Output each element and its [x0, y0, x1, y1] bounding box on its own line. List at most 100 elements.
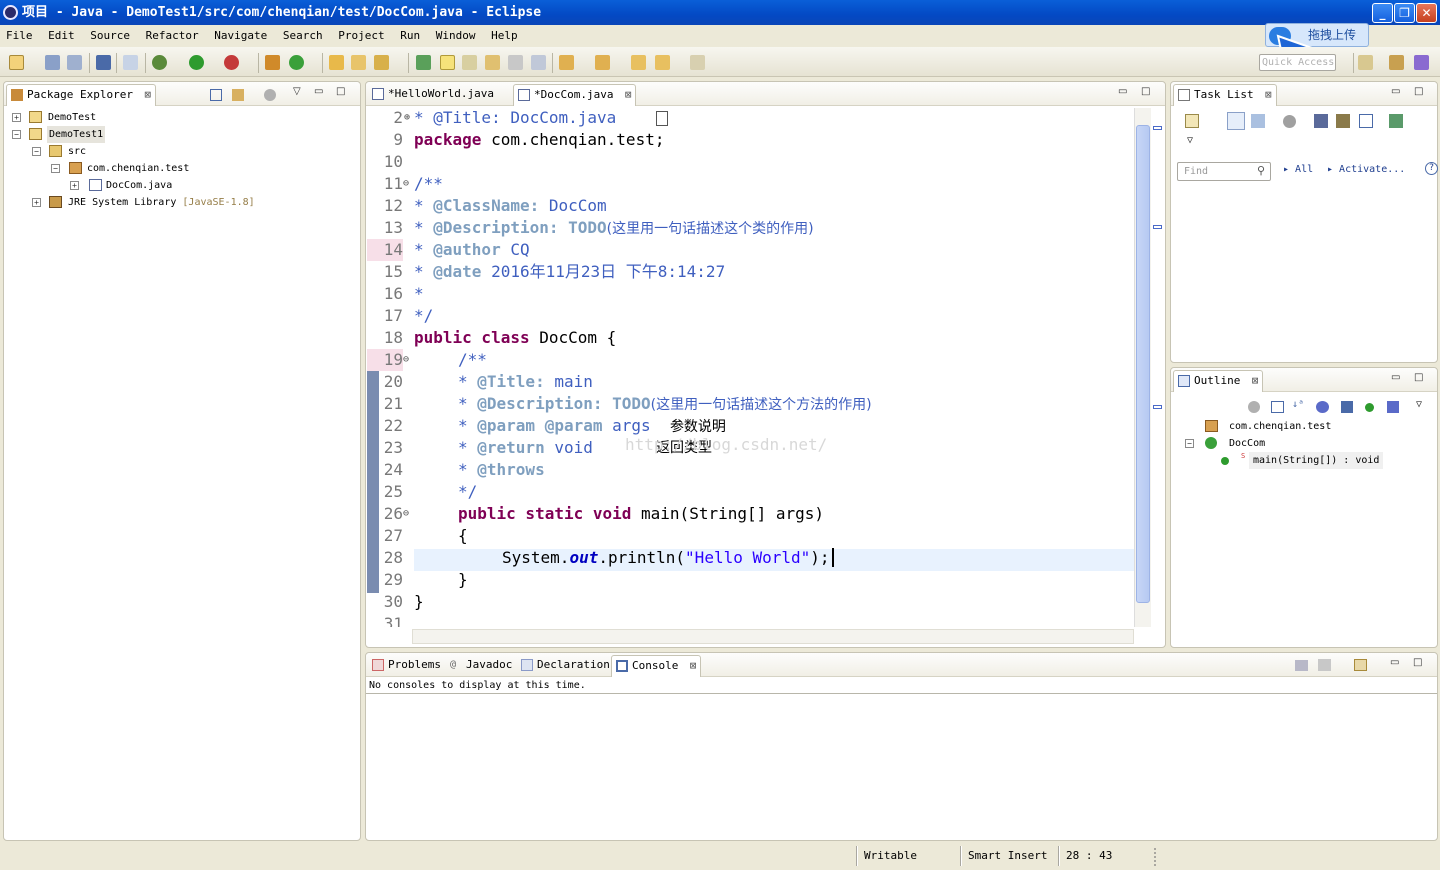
focus-icon[interactable]: [1248, 401, 1260, 413]
tree-item-src[interactable]: − src: [12, 143, 352, 160]
tab-problems[interactable]: Problems: [368, 655, 447, 677]
vertical-scrollbar[interactable]: [1134, 108, 1151, 627]
toggle-mark-occurrences-icon[interactable]: [440, 55, 455, 70]
maximize-button[interactable]: ❐: [1394, 3, 1415, 23]
all-filter[interactable]: ▸ All: [1283, 164, 1313, 175]
code-editor[interactable]: 2 ⊕ * @Title: DocCom.java 9 package com.che…: [367, 107, 1134, 627]
pin-console-icon[interactable]: [1295, 660, 1308, 671]
open-perspective-icon[interactable]: [1358, 55, 1373, 70]
search-icon[interactable]: [374, 55, 389, 70]
new-task-icon[interactable]: [1185, 114, 1199, 128]
new-java-project-icon[interactable]: [265, 55, 280, 70]
go-into-icon[interactable]: [1389, 114, 1403, 128]
hide-completed-icon[interactable]: [1314, 114, 1328, 128]
menu-file[interactable]: File: [6, 26, 33, 45]
close-button[interactable]: ✕: [1416, 3, 1437, 23]
close-tab-icon[interactable]: ⊠: [625, 85, 632, 105]
maximize-view-icon[interactable]: □: [1141, 86, 1150, 97]
maximize-view-icon[interactable]: □: [1414, 86, 1423, 97]
previous-annotation-icon[interactable]: [595, 55, 610, 70]
java-ee-perspective-icon[interactable]: [1389, 55, 1404, 70]
last-edit-icon[interactable]: [631, 55, 646, 70]
open-console-icon[interactable]: [1354, 659, 1367, 671]
tree-item-doccom-java[interactable]: + DocCom.java: [12, 177, 352, 194]
close-tab-icon[interactable]: ⊠: [690, 656, 697, 676]
focus-icon[interactable]: [264, 89, 276, 101]
show-whitespace-icon[interactable]: [508, 55, 523, 70]
debug-icon[interactable]: [152, 55, 167, 70]
tab-outline[interactable]: Outline ⊠: [1173, 370, 1264, 392]
new-icon[interactable]: [9, 55, 24, 70]
pilcrow-icon[interactable]: [531, 55, 546, 70]
tab-task-list[interactable]: Task List ⊠: [1173, 84, 1277, 106]
quick-access-input[interactable]: Quick Access: [1259, 54, 1336, 71]
horizontal-scrollbar[interactable]: [412, 629, 1134, 644]
sort-icon[interactable]: ↓ᵃ: [1292, 399, 1308, 414]
run-icon[interactable]: [189, 55, 204, 70]
minimize-view-icon[interactable]: ▭: [1118, 86, 1127, 97]
tab-package-explorer[interactable]: Package Explorer ⊠: [6, 84, 156, 106]
collapse-all-icon[interactable]: [1271, 401, 1284, 413]
close-tab-icon[interactable]: ⊠: [144, 85, 151, 105]
menu-project[interactable]: Project: [338, 26, 384, 45]
new-class-icon[interactable]: [289, 55, 304, 70]
minimize-view-icon[interactable]: ▭: [1391, 372, 1400, 383]
tab-javadoc[interactable]: @ Javadoc: [446, 655, 518, 677]
maximize-view-icon[interactable]: □: [1414, 372, 1423, 383]
overview-ruler[interactable]: [1152, 108, 1164, 627]
open-type-icon[interactable]: [329, 55, 344, 70]
view-menu-icon[interactable]: ▽: [1187, 135, 1193, 146]
tab-declaration[interactable]: Declaration: [517, 655, 616, 677]
skip-breakpoints-icon[interactable]: [123, 55, 138, 70]
minimize-view-icon[interactable]: ▭: [1390, 657, 1399, 668]
external-tools-icon[interactable]: [224, 55, 239, 70]
synchronize-icon[interactable]: [1336, 114, 1350, 128]
hide-local-types-icon[interactable]: [1387, 401, 1399, 413]
forward-icon[interactable]: [690, 55, 705, 70]
outline-item-method[interactable]: S main(String[]) : void: [1185, 452, 1435, 469]
link-with-editor-icon[interactable]: [232, 89, 244, 101]
maximize-view-icon[interactable]: □: [1413, 657, 1422, 668]
outline-item-class[interactable]: − DocCom: [1185, 435, 1435, 452]
menu-help[interactable]: Help: [491, 26, 518, 45]
menu-navigate[interactable]: Navigate: [214, 26, 267, 45]
toggle-block-selection-icon[interactable]: [462, 55, 477, 70]
folded-comment-box[interactable]: [656, 111, 668, 126]
save-all-icon[interactable]: [67, 55, 82, 70]
hide-static-icon[interactable]: [1341, 401, 1353, 413]
tab-doccom-java[interactable]: *DocCom.java ⊠: [513, 84, 637, 106]
annotation-icon[interactable]: [416, 55, 431, 70]
tab-helloworld-java[interactable]: *HelloWorld.java: [368, 84, 518, 106]
next-annotation-icon[interactable]: [559, 55, 574, 70]
hide-nonpublic-icon[interactable]: [1365, 403, 1374, 412]
scheduled-icon[interactable]: [1251, 114, 1265, 128]
menu-run[interactable]: Run: [400, 26, 420, 45]
tree-item-package[interactable]: − com.chenqian.test: [12, 160, 352, 177]
tab-console[interactable]: Console ⊠: [611, 655, 702, 677]
scrollbar-thumb[interactable]: [1136, 125, 1150, 603]
view-menu-icon[interactable]: ▽: [1416, 399, 1422, 410]
focus-icon[interactable]: [1283, 115, 1296, 128]
menu-search[interactable]: Search: [283, 26, 323, 45]
tree-item-demotest1[interactable]: − DemoTest1: [12, 126, 352, 143]
activate-task[interactable]: ▸ Activate...: [1327, 164, 1405, 175]
minimize-button[interactable]: _: [1372, 3, 1393, 23]
minimize-view-icon[interactable]: ▭: [1391, 86, 1400, 97]
close-tab-icon[interactable]: ⊠: [1252, 371, 1259, 391]
tree-item-jre[interactable]: + JRE System Library [JavaSE-1.8]: [12, 194, 352, 211]
collapse-all-icon[interactable]: [1359, 114, 1373, 128]
window-title-bar[interactable]: 项目 - Java - DemoTest1/src/com/chenqian/t…: [0, 0, 1440, 25]
open-console-icon[interactable]: [96, 55, 111, 70]
close-tab-icon[interactable]: ⊠: [1265, 85, 1272, 105]
hide-fields-icon[interactable]: [1316, 401, 1329, 413]
menu-refactor[interactable]: Refactor: [146, 26, 199, 45]
categorized-icon[interactable]: [1227, 112, 1245, 130]
menu-edit[interactable]: Edit: [48, 26, 75, 45]
open-folder-icon[interactable]: [351, 55, 366, 70]
word-wrap-icon[interactable]: [485, 55, 500, 70]
tree-item-demotest[interactable]: + DemoTest: [12, 109, 352, 126]
minimize-view-icon[interactable]: ▭: [314, 86, 323, 97]
outline-item-package[interactable]: com.chenqian.test: [1185, 418, 1435, 435]
maximize-view-icon[interactable]: □: [336, 86, 345, 97]
help-icon[interactable]: ?: [1425, 162, 1438, 175]
